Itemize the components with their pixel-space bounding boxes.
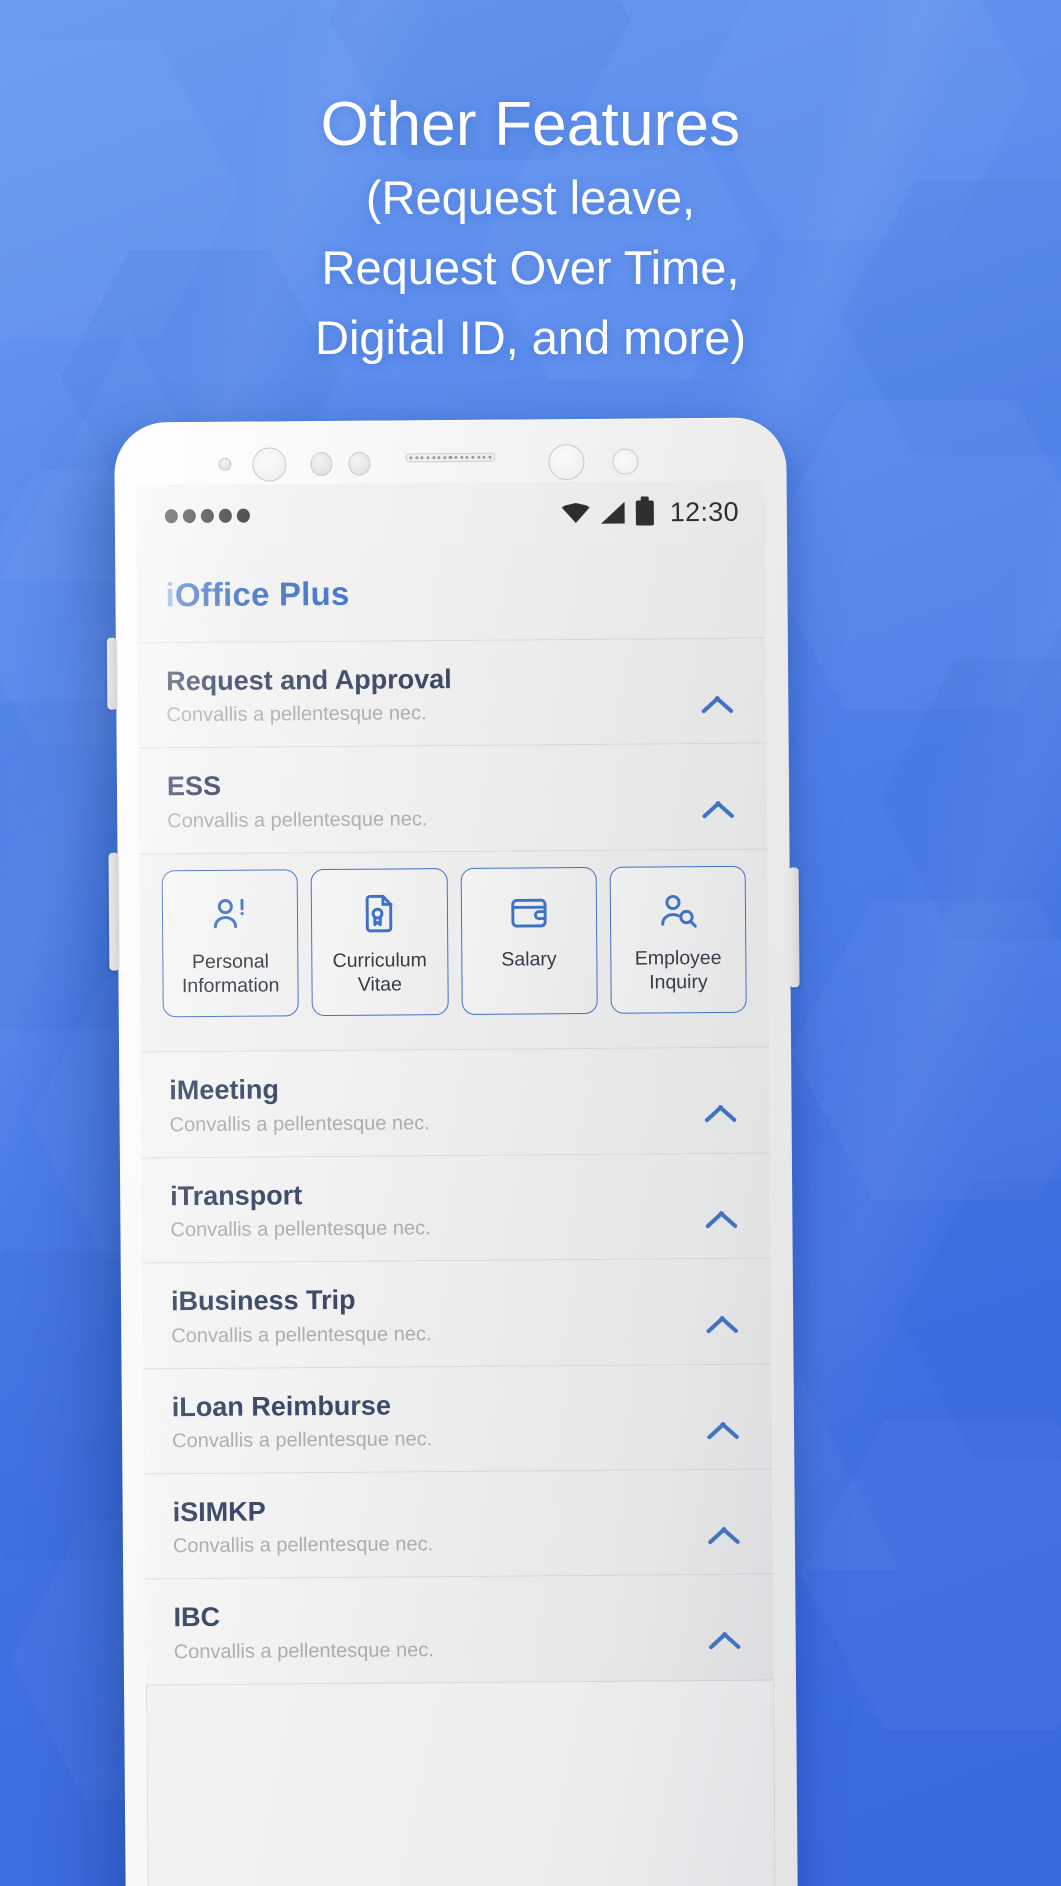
- poster-subheading-line-3: Digital ID, and more): [315, 311, 746, 365]
- phone-button-power[interactable]: [788, 867, 800, 988]
- led-indicator-icon: [612, 448, 639, 475]
- chevron-up-icon[interactable]: [697, 780, 739, 822]
- secondary-camera-icon: [548, 443, 585, 481]
- list-item-title: ESS: [166, 771, 222, 802]
- chevron-up-icon[interactable]: [702, 1400, 744, 1442]
- chevron-up-icon[interactable]: [703, 1506, 745, 1548]
- list-item-ibusiness-trip[interactable]: iBusiness Trip Convallis a pellentesque …: [142, 1258, 772, 1369]
- app-title-main: Office Plus: [174, 574, 350, 613]
- list-item-title: iSIMKP: [172, 1496, 266, 1528]
- phone-mockup: 12:30 iOffice Plus Request and Approval …: [106, 417, 800, 1886]
- status-bar: 12:30: [136, 480, 766, 548]
- status-bar-right: 12:30: [562, 496, 739, 528]
- app-title: iOffice Plus: [165, 574, 349, 613]
- light-sensor-icon: [218, 457, 232, 471]
- list-item-subtitle: Convallis a pellentesque nec.: [169, 1111, 430, 1136]
- list-item-subtitle: Convallis a pellentesque nec.: [170, 1217, 431, 1242]
- ess-card-label: Personal Information: [181, 950, 280, 997]
- ess-card-curriculum-vitae[interactable]: Curriculum Vitae: [310, 867, 449, 1017]
- list-item-title: Request and Approval: [166, 664, 452, 697]
- person-info-icon: [214, 898, 244, 929]
- list-item-subtitle: Convallis a pellentesque nec.: [172, 1533, 434, 1558]
- battery-icon: [635, 499, 654, 526]
- list-item-title: iTransport: [170, 1179, 303, 1211]
- list-item-iloan-reimburse[interactable]: iLoan Reimburse Convallis a pellentesque…: [143, 1364, 773, 1475]
- app-bar: iOffice Plus: [137, 542, 766, 644]
- list-item-imeeting[interactable]: iMeeting Convallis a pellentesque nec.: [141, 1047, 770, 1159]
- list-item-title: IBC: [173, 1602, 221, 1633]
- ess-card-personal-information[interactable]: Personal Information: [161, 869, 300, 1018]
- chevron-up-icon[interactable]: [703, 1611, 745, 1653]
- list-item-ess[interactable]: ESS Convallis a pellentesque nec.: [138, 743, 768, 855]
- list-item-request-and-approval[interactable]: Request and Approval Convallis a pellent…: [137, 638, 767, 749]
- poster-subheading-line-2: Request Over Time,: [321, 240, 740, 294]
- list-item-subtitle: Convallis a pellentesque nec.: [171, 1322, 432, 1347]
- chevron-up-icon[interactable]: [699, 1084, 741, 1126]
- list-item-subtitle: Convallis a pellentesque nec.: [166, 702, 427, 727]
- ess-card-label: Salary: [501, 947, 557, 971]
- poster-headline-block: Other Features (Request leave, Request O…: [0, 92, 1061, 368]
- ess-card-label: Curriculum Vitae: [332, 949, 427, 996]
- ess-card-employee-inquiry[interactable]: Employee Inquiry: [609, 865, 747, 1015]
- phone-screen: 12:30 iOffice Plus Request and Approval …: [136, 480, 776, 1886]
- chevron-up-icon[interactable]: [700, 1189, 742, 1231]
- list-item-subtitle: Convallis a pellentesque nec.: [172, 1428, 433, 1453]
- list-item-title: iLoan Reimburse: [171, 1390, 392, 1422]
- ess-card-salary[interactable]: Salary: [460, 866, 598, 1016]
- list-item-title: iMeeting: [169, 1074, 279, 1106]
- ess-card-grid: Personal Information Curriculum Vitae Sa…: [139, 849, 770, 1053]
- page-title: Other Features: [320, 90, 741, 159]
- status-bar-clock: 12:30: [669, 496, 739, 527]
- list-item-subtitle: Convallis a pellentesque nec.: [167, 807, 428, 833]
- list-item-itransport[interactable]: iTransport Convallis a pellentesque nec.: [141, 1153, 771, 1264]
- phone-button-left-upper[interactable]: [106, 637, 118, 710]
- ess-card-label: Employee Inquiry: [634, 946, 722, 994]
- person-search-icon: [661, 894, 697, 928]
- list-item-title: iBusiness Trip: [170, 1284, 356, 1317]
- signal-icon: [601, 502, 625, 524]
- list-item-isimkp[interactable]: iSIMKP Convallis a pellentesque nec.: [144, 1469, 774, 1580]
- document-badge-icon: [366, 894, 393, 933]
- notification-dots: [164, 508, 250, 524]
- list-item-subtitle: Convallis a pellentesque nec.: [173, 1638, 435, 1663]
- list-item-ibc[interactable]: IBC Convallis a pellentesque nec.: [145, 1574, 775, 1686]
- poster-subheading-line-1: (Request leave,: [365, 170, 696, 224]
- iris-sensor-icon: [348, 451, 371, 476]
- chevron-up-icon[interactable]: [696, 675, 738, 717]
- earpiece-speaker-icon: [405, 452, 496, 463]
- wallet-icon: [510, 898, 547, 928]
- wifi-icon: [562, 503, 590, 523]
- feature-list: Request and Approval Convallis a pellent…: [137, 638, 775, 1686]
- chevron-up-icon[interactable]: [701, 1295, 743, 1337]
- phone-button-volume[interactable]: [108, 852, 120, 971]
- front-camera-icon: [252, 447, 287, 482]
- proximity-sensor-icon: [310, 451, 333, 477]
